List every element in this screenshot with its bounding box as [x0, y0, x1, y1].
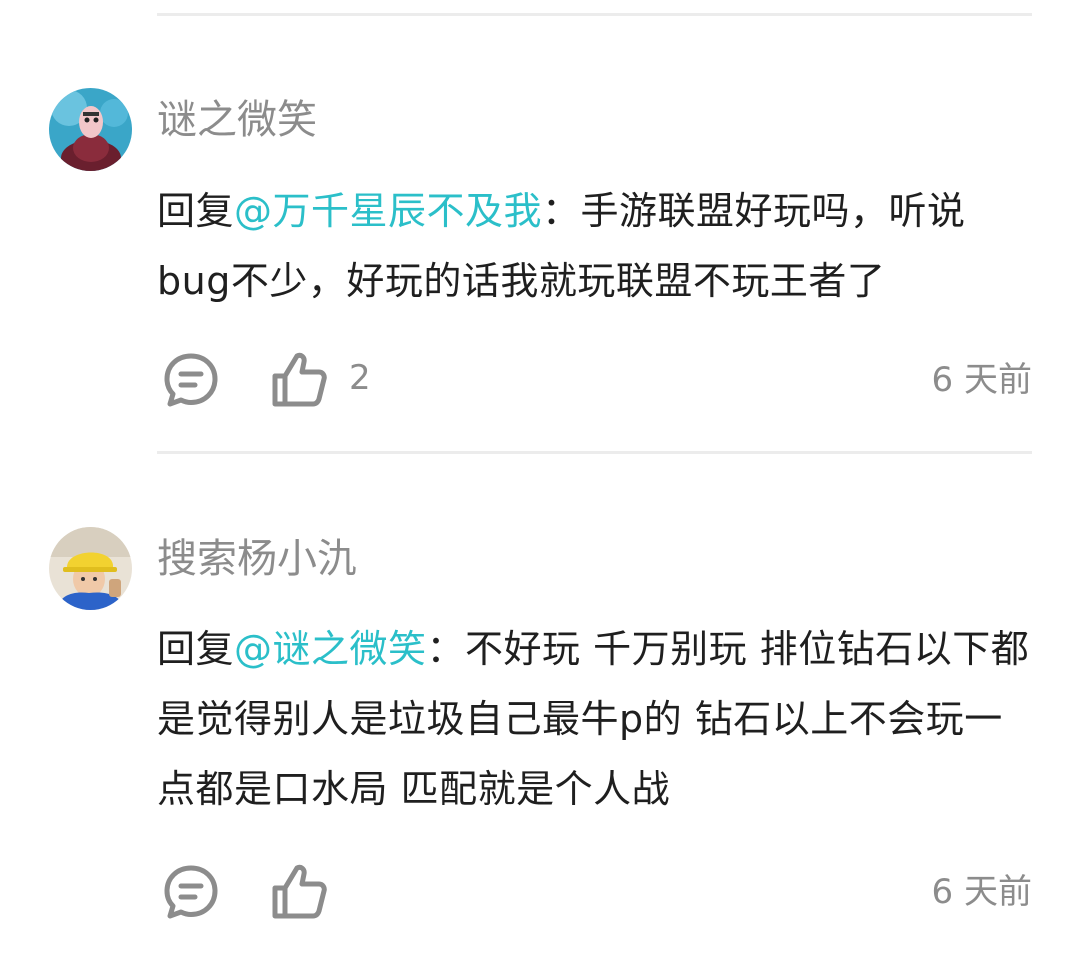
action-bar: 6 天前 [157, 860, 1032, 924]
username[interactable]: 谜之微笑 [157, 96, 317, 144]
boy-yellow-hat-avatar-icon [49, 527, 132, 610]
separator: ： [542, 189, 581, 233]
avatar[interactable] [49, 88, 132, 171]
comment-text: 回复@万千星辰不及我：手游联盟好玩吗，听说bug不少，好玩的话我就玩联盟不玩王者… [157, 176, 1037, 316]
like-count: 2 [349, 358, 371, 398]
comment-divider [157, 451, 1032, 454]
comment-divider [157, 13, 1032, 16]
reply-prefix: 回复 [157, 627, 235, 671]
cartoon-character-avatar-icon [49, 88, 132, 171]
reply-button[interactable] [161, 860, 225, 924]
comment-bubble-icon [164, 353, 218, 407]
avatar[interactable] [49, 527, 132, 610]
reply-button[interactable] [161, 348, 225, 412]
comment-bubble-icon [164, 865, 218, 919]
reply-prefix: 回复 [157, 189, 235, 233]
mention-link[interactable]: @谜之微笑 [234, 627, 427, 671]
comment-text: 回复@谜之微笑：不好玩 千万别玩 排位钻石以下都是觉得别人是垃圾自己最牛p的 钻… [157, 614, 1037, 824]
like-button[interactable] [269, 860, 333, 924]
thumbs-up-icon [272, 352, 327, 407]
like-button[interactable] [269, 348, 333, 412]
username[interactable]: 搜索杨小氿 [157, 535, 357, 583]
thumbs-up-icon [272, 864, 327, 919]
mention-link[interactable]: @万千星辰不及我 [234, 189, 542, 233]
action-bar: 2 6 天前 [157, 348, 1032, 412]
timestamp: 6 天前 [931, 872, 1032, 912]
timestamp: 6 天前 [931, 360, 1032, 400]
separator: ： [426, 627, 466, 671]
